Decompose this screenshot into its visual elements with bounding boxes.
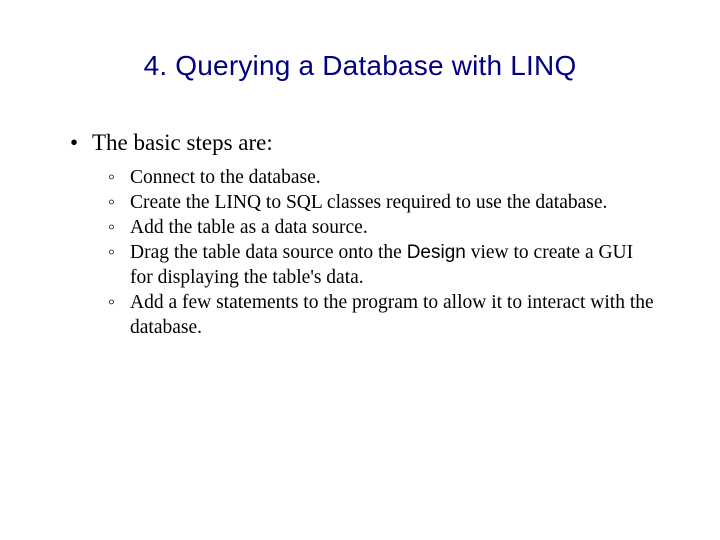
list-item-text-a: Drag the table data source onto the — [130, 242, 407, 263]
list-item: Add the table as a data source. — [108, 216, 660, 241]
sub-bullet-list: Connect to the database. Create the LINQ… — [108, 166, 660, 341]
list-item: Create the LINQ to SQL classes required … — [108, 191, 660, 216]
list-item: Drag the table data source onto the Desi… — [108, 241, 660, 291]
list-item: Add a few statements to the program to a… — [108, 291, 660, 341]
main-bullet: The basic steps are: — [70, 130, 660, 156]
slide-title: 4. Querying a Database with LINQ — [60, 50, 660, 82]
design-keyword: Design — [407, 242, 466, 263]
list-item: Connect to the database. — [108, 166, 660, 191]
